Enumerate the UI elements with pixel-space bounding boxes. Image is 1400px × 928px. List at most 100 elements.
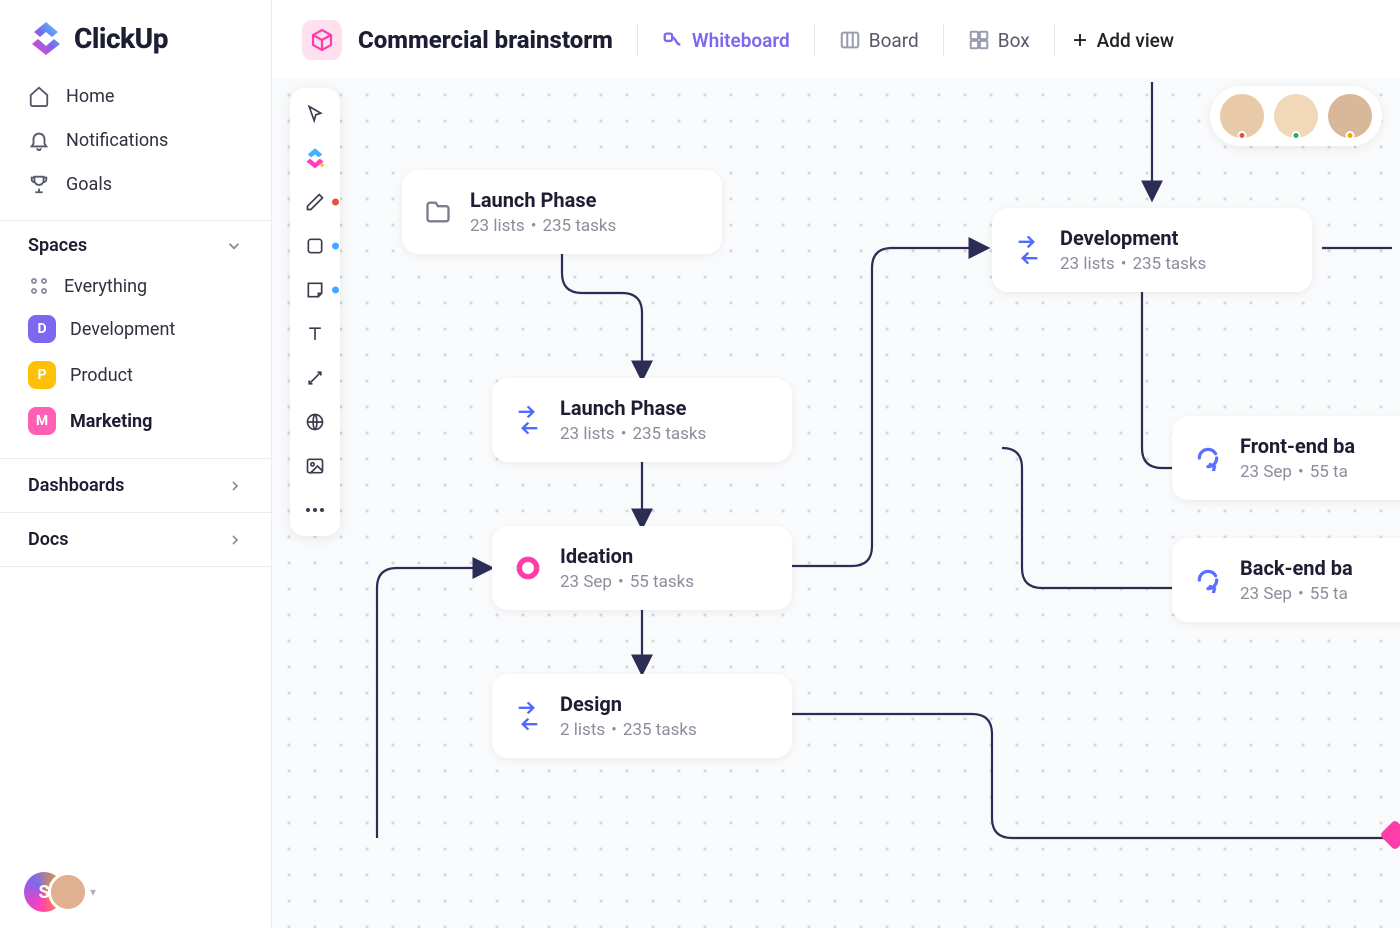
logo[interactable]: ClickUp: [0, 0, 271, 72]
collaborator-avatar[interactable]: [1220, 94, 1264, 138]
canvas-toolbar: +: [290, 88, 340, 536]
node-meta: 23 lists•235 tasks: [470, 216, 616, 236]
space-product[interactable]: P Product: [16, 352, 255, 398]
chevron-down-icon: ▾: [90, 885, 96, 899]
node-launch-phase[interactable]: Launch Phase 23 lists•235 tasks: [492, 378, 792, 462]
home-icon: [28, 85, 50, 107]
ring-icon: [512, 552, 544, 584]
add-view-button[interactable]: Add view: [1071, 29, 1174, 52]
nav-home[interactable]: Home: [16, 74, 255, 118]
node-meta: 23 Sep•55 tasks: [560, 572, 694, 592]
space-label: Product: [70, 365, 133, 386]
tab-label: Whiteboard: [692, 29, 790, 52]
node-meta: 23 lists•235 tasks: [560, 424, 706, 444]
node-design[interactable]: Design 2 lists•235 tasks: [492, 674, 792, 758]
box-icon: [968, 29, 990, 51]
connector-tool[interactable]: [303, 366, 327, 390]
collaborator-avatar[interactable]: [1328, 94, 1372, 138]
space-label: Development: [70, 319, 175, 340]
node-title: Ideation: [560, 544, 694, 568]
space-label: Everything: [64, 276, 147, 297]
whiteboard-icon: [662, 29, 684, 51]
node-title: Front-end ba: [1240, 434, 1355, 458]
grid-icon: [28, 275, 50, 297]
spaces-header[interactable]: Spaces: [0, 220, 271, 262]
node-title: Back-end ba: [1240, 556, 1353, 580]
web-tool[interactable]: [303, 410, 327, 434]
sidebar-docs[interactable]: Docs: [0, 512, 271, 567]
clickup-tool[interactable]: +: [303, 146, 327, 170]
page-title: Commercial brainstorm: [358, 26, 613, 54]
separator: [943, 24, 944, 56]
image-tool[interactable]: [303, 454, 327, 478]
node-meta: 23 Sep•55 ta: [1240, 462, 1355, 482]
chevron-down-icon: [225, 237, 243, 255]
loop-icon: [1192, 564, 1224, 596]
cube-icon: [302, 20, 342, 60]
node-ideation[interactable]: Ideation 23 Sep•55 tasks: [492, 526, 792, 610]
node-meta: 23 Sep•55 ta: [1240, 584, 1353, 604]
bell-icon: [28, 129, 50, 151]
selection-handle[interactable]: [1379, 819, 1400, 850]
text-tool[interactable]: [303, 322, 327, 346]
nav-label: Home: [66, 86, 114, 107]
node-development[interactable]: Development 23 lists•235 tasks: [992, 208, 1312, 292]
separator: [637, 24, 638, 56]
space-label: Marketing: [70, 411, 152, 432]
pen-tool[interactable]: [303, 190, 327, 214]
loop-icon: [1192, 442, 1224, 474]
nav-label: Notifications: [66, 130, 168, 151]
nav-goals[interactable]: Goals: [16, 162, 255, 206]
space-badge: P: [28, 361, 56, 389]
sidebar-dashboards[interactable]: Dashboards: [0, 458, 271, 512]
whiteboard-canvas[interactable]: +: [272, 78, 1400, 928]
clickup-logo-icon: [28, 20, 64, 56]
collaborator-avatars[interactable]: [1210, 86, 1382, 146]
space-marketing[interactable]: M Marketing: [16, 398, 255, 444]
separator: [1054, 24, 1055, 56]
space-everything[interactable]: Everything: [16, 266, 255, 306]
spaces-title: Spaces: [28, 235, 87, 256]
tab-board[interactable]: Board: [831, 21, 927, 60]
space-badge: D: [28, 315, 56, 343]
node-backend[interactable]: Back-end ba 23 Sep•55 ta: [1172, 538, 1400, 622]
sidebar-footer[interactable]: S ▾: [0, 856, 271, 928]
node-title: Launch Phase: [470, 188, 616, 212]
tab-whiteboard[interactable]: Whiteboard: [654, 21, 798, 60]
sidebar: ClickUp Home Notifications Goals Spaces: [0, 0, 272, 928]
node-meta: 23 lists•235 tasks: [1060, 254, 1206, 274]
space-list: Everything D Development P Product M Mar…: [0, 262, 271, 458]
sticky-tool[interactable]: [303, 278, 327, 302]
space-development[interactable]: D Development: [16, 306, 255, 352]
user-avatar-photo: [48, 872, 88, 912]
swap-icon: [1012, 234, 1044, 266]
collaborator-avatar[interactable]: [1274, 94, 1318, 138]
add-view-label: Add view: [1097, 29, 1174, 52]
nav-primary: Home Notifications Goals: [0, 72, 271, 220]
more-tool[interactable]: [303, 498, 327, 522]
swap-icon: [512, 404, 544, 436]
chevron-right-icon: [227, 478, 243, 494]
node-launch-phase-folder[interactable]: Launch Phase 23 lists•235 tasks: [402, 170, 722, 254]
node-frontend[interactable]: Front-end ba 23 Sep•55 ta: [1172, 416, 1400, 500]
tab-box[interactable]: Box: [960, 21, 1038, 60]
main: Commercial brainstorm Whiteboard Board B…: [272, 0, 1400, 928]
folder-icon: [422, 196, 454, 228]
svg-text:+: +: [320, 161, 325, 169]
swap-icon: [512, 700, 544, 732]
trophy-icon: [28, 173, 50, 195]
node-title: Development: [1060, 226, 1206, 250]
plus-icon: [1071, 31, 1089, 49]
node-title: Design: [560, 692, 697, 716]
cursor-tool[interactable]: [303, 102, 327, 126]
brand-name: ClickUp: [74, 22, 168, 55]
tab-label: Box: [998, 29, 1030, 52]
collapsible-label: Docs: [28, 529, 69, 550]
board-icon: [839, 29, 861, 51]
nav-notifications[interactable]: Notifications: [16, 118, 255, 162]
user-avatar-stack: S: [24, 872, 84, 912]
tab-label: Board: [869, 29, 919, 52]
collapsible-label: Dashboards: [28, 475, 124, 496]
square-tool[interactable]: [303, 234, 327, 258]
chevron-right-icon: [227, 532, 243, 548]
